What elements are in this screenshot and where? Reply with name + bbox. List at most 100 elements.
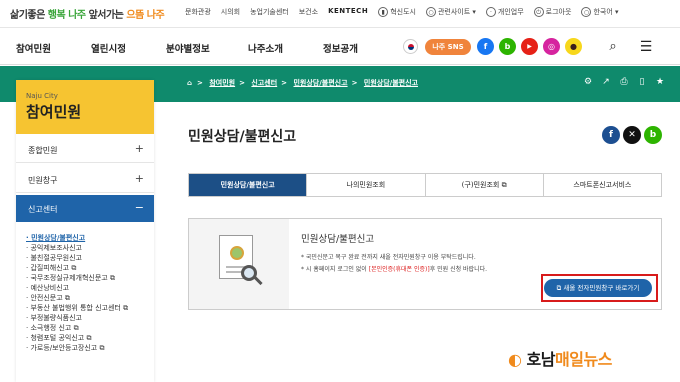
sidebar-menu-report-center[interactable]: 신고센터 − [16,195,154,222]
link-related-sites[interactable]: ○ 관련사이트 ▾ [425,7,476,17]
settings-icon[interactable]: ⚙ [582,76,594,88]
submenu-label: 청렴포털 공익신고 [30,334,85,342]
submenu-label: 국무조정실규제개혁신문고 [30,274,108,282]
sidebar-title-en: Naju City [26,92,58,100]
watermark-text: 호남 [526,350,556,369]
submenu-item[interactable]: 소극행정 신고 ⧉ [26,323,154,333]
link-council[interactable]: 시의회 [221,7,240,17]
link-logout[interactable]: ⏻ 로그아웃 [533,7,571,17]
external-link-icon: ⧉ [123,304,129,312]
instagram-icon[interactable]: ◎ [543,38,560,55]
naju-sns-button[interactable]: 나주 SNS [425,39,471,55]
sidebar-menu-label: 신고센터 [28,205,58,214]
seal-mark [230,246,244,260]
x-share-icon[interactable]: ✕ [623,126,641,144]
illustration-panel [189,219,289,309]
bookmark-icon[interactable]: ▯ [636,76,648,88]
slogan-part: 앞서가는 [88,10,124,21]
submenu-item[interactable]: 가로등/보안등고장신고 ⧉ [26,343,154,353]
highlight-box [541,274,658,302]
submenu-item[interactable]: 갑질피해신고 ⧉ [26,263,154,273]
power-icon: ⏻ [533,7,544,17]
sidebar-submenu: 민원상담/불편신고 공익제보조사신고 불친절공무원신고 갑질피해신고 ⧉ 국무조… [26,233,154,353]
sidebar-menu-label: 민원창구 [28,176,58,185]
breadcrumb-item[interactable]: 민원상담/불편신고 [364,79,418,87]
main-navigation: 참여민원 열린시정 분야별정보 나주소개 정보공개 나주 SNS f b ▶ ◎… [0,29,680,65]
language-select[interactable]: ○ 한국어 ▾ [581,7,619,17]
facebook-share-icon[interactable]: f [602,126,620,144]
nav-item-open-admin[interactable]: 열린시정 [91,41,126,55]
blog-share-icon[interactable]: b [644,126,662,144]
notice-text: 후 민원 신청 바랍니다. [429,266,488,273]
submenu-item[interactable]: 불친절공무원신고 [26,253,154,263]
submenu-label: 갑질피해신고 [30,264,70,272]
slogan-part: 행복 [47,10,66,21]
slogan-part: 으뜸 [126,10,144,21]
external-link-icon: ⧉ [109,274,115,282]
watermark-symbol-icon: ◐ [508,350,522,369]
blog-icon[interactable]: b [499,38,516,55]
breadcrumb-item[interactable]: 참여민원 [209,79,235,87]
site-slogan: 삶기좋은 행복 나주 앞서가는 으뜸 나주 [10,6,165,21]
submenu-item[interactable]: 부동산 불법행위 통합 신고센터 ⧉ [26,303,154,313]
share-icon[interactable]: ↗ [600,76,612,88]
external-link-icon: ⧉ [501,181,507,189]
favorite-star-icon[interactable]: ★ [654,76,666,88]
nav-item-field-info[interactable]: 분야별정보 [166,41,210,55]
notice-line: * 국민신문고 복구 완료 전까지 새올 전자민원창구 이용 부탁드립니다. [301,254,476,261]
expand-icon: + [134,142,144,155]
link-agri-center[interactable]: 농업기술센터 [250,7,289,17]
submenu-item[interactable]: 안전신문고 ⧉ [26,293,154,303]
breadcrumb-item[interactable]: 민원상담/불편신고 [293,79,347,87]
top-links: 문화관광 시의회 농업기술센터 보건소 KENTECH ▮ 혁신도시 ○ 관련사이트… [185,7,619,17]
link-culture[interactable]: 문화관광 [185,7,211,17]
breadcrumb-item[interactable]: 신고센터 [251,79,277,87]
home-icon[interactable]: ⌂ [187,79,192,87]
globe-icon: ○ [425,7,436,17]
slogan-part: 삶기좋은 [10,10,45,21]
kakao-icon[interactable]: ● [565,38,582,55]
print-icon[interactable]: ⎙ [618,76,630,88]
tab-old-civil-lookup[interactable]: (구)민원조회 ⧉ [424,174,543,196]
slogan-part: 나주 [146,10,165,21]
globe-icon: ○ [581,7,592,17]
content-title: 민원상담/불편신고 [301,234,375,245]
breadcrumb: ⌂ > 참여민원 > 신고센터 > 민원상담/불편신고 > 민원상담/불편신고 [187,79,418,87]
sidebar-menu-general-civil[interactable]: 종합민원 + [16,136,154,163]
submenu-item[interactable]: 부정불량식품신고 [26,313,154,323]
search-icon[interactable]: ⌕ [603,37,623,57]
external-link-icon: ⧉ [71,264,77,272]
youtube-icon[interactable]: ▶ [521,38,538,55]
link-kentech[interactable]: KENTECH [328,7,368,17]
submenu-item-active[interactable]: 민원상담/불편신고 [26,233,154,243]
nav-item-naju-intro[interactable]: 나주소개 [248,41,283,55]
sidebar-menu-civil-window[interactable]: 민원창구 + [16,166,154,193]
watermark-text: 매일뉴스 [555,350,612,369]
tab-my-civil-lookup[interactable]: 나의민원조회 [306,174,425,196]
link-label: 관련사이트 [437,8,471,16]
link-personal-work[interactable]: · 개인업무 [485,7,524,17]
hamburger-menu-icon[interactable]: ☰ [636,37,656,57]
submenu-item[interactable]: 예산낭비신고 [26,283,154,293]
submenu-item[interactable]: 국무조정실규제개혁신문고 ⧉ [26,273,154,283]
sidebar-menu-label: 종합민원 [28,146,58,155]
submenu-label: 부동산 불법행위 통합 신고센터 [30,304,121,312]
nav-item-participation[interactable]: 참여민원 [16,41,51,55]
external-link-icon: ⧉ [99,344,105,352]
link-label: 개인업무 [497,8,524,16]
facebook-icon[interactable]: f [477,38,494,55]
submenu-label: 소극행정 신고 [30,324,72,332]
tab-consult-report[interactable]: 민원상담/불편신고 [189,174,307,196]
external-link-icon: ⧉ [64,294,70,302]
building-icon: ▮ [378,7,389,17]
submenu-item[interactable]: 공익제보조사신고 [26,243,154,253]
top-utility-bar: 삶기좋은 행복 나주 앞서가는 으뜸 나주 문화관광 시의회 농업기술센터 보건… [0,0,680,28]
nav-item-info-disclosure[interactable]: 정보공개 [323,41,358,55]
expand-icon: + [134,172,144,185]
tab-smartphone-report[interactable]: 스마트폰신고서비스 [542,174,661,196]
magnifier-handle [253,275,263,286]
page-title: 민원상담/불편신고 [188,129,297,145]
submenu-item[interactable]: 청렴포털 공익신고 ⧉ [26,333,154,343]
link-innovation-city[interactable]: ▮ 혁신도시 [378,7,416,17]
link-health-center[interactable]: 보건소 [299,7,318,17]
